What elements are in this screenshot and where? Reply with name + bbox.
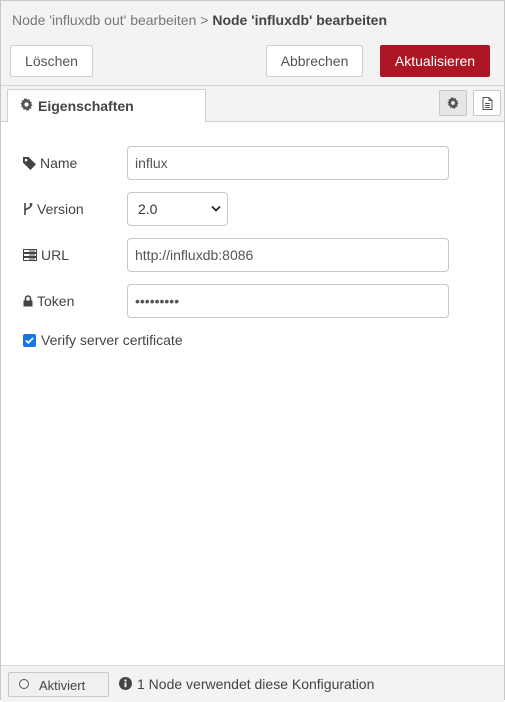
edit-dialog: Node 'influxdb out' bearbeiten > Node 'i… — [0, 0, 505, 702]
dialog-toolbar: Löschen Abbrechen Aktualisieren — [1, 39, 504, 86]
circle-icon — [19, 679, 29, 689]
token-label-group: Token — [23, 284, 74, 318]
tab-bar: Eigenschaften — [1, 86, 504, 122]
url-label: URL — [41, 247, 70, 263]
enabled-toggle-label: Aktiviert — [39, 678, 86, 693]
cancel-button[interactable]: Abbrechen — [266, 45, 363, 77]
name-input[interactable]: influx — [127, 146, 449, 180]
server-icon — [23, 249, 37, 261]
documentation-tab-button[interactable] — [473, 90, 501, 116]
token-label: Token — [37, 293, 75, 309]
tab-properties[interactable]: Eigenschaften — [7, 89, 206, 122]
enabled-toggle[interactable]: Aktiviert — [8, 672, 109, 697]
update-button[interactable]: Aktualisieren — [380, 45, 490, 77]
name-label: Name — [40, 155, 78, 171]
breadcrumb-separator: > — [200, 12, 209, 28]
verify-certificate-checkbox[interactable] — [23, 334, 36, 347]
info-icon — [119, 677, 132, 690]
breadcrumb: Node 'influxdb out' bearbeiten > Node 'i… — [12, 12, 387, 28]
tab-properties-label: Eigenschaften — [38, 98, 134, 114]
branch-icon — [24, 203, 33, 215]
url-input[interactable]: http://influxdb:8086 — [127, 238, 449, 272]
token-input[interactable]: ••••••••• — [127, 284, 449, 318]
version-select[interactable]: 2.0 — [127, 192, 228, 226]
tag-icon — [23, 156, 36, 170]
settings-tab-button[interactable] — [439, 90, 467, 116]
gear-icon — [20, 98, 33, 111]
version-select-value: 2.0 — [138, 201, 158, 217]
breadcrumb-parent[interactable]: Node 'influxdb out' bearbeiten — [12, 12, 196, 28]
chevron-down-icon — [211, 205, 221, 212]
dialog-footer: Aktiviert 1 Node verwendet diese Konfigu… — [1, 665, 504, 702]
url-label-group: URL — [23, 238, 69, 272]
delete-button[interactable]: Löschen — [10, 45, 93, 77]
name-label-group: Name — [23, 146, 77, 180]
gear-icon — [447, 97, 459, 109]
breadcrumb-current: Node 'influxdb' bearbeiten — [212, 12, 388, 28]
document-icon — [482, 96, 492, 110]
dialog-header: Node 'influxdb out' bearbeiten > Node 'i… — [1, 1, 504, 40]
check-icon — [25, 337, 34, 345]
verify-certificate-label[interactable]: Verify server certificate — [41, 332, 183, 348]
version-label-group: Version — [23, 192, 84, 226]
version-label: Version — [37, 201, 84, 217]
usage-text: 1 Node verwendet diese Konfiguration — [137, 676, 375, 692]
lock-icon — [23, 295, 33, 307]
